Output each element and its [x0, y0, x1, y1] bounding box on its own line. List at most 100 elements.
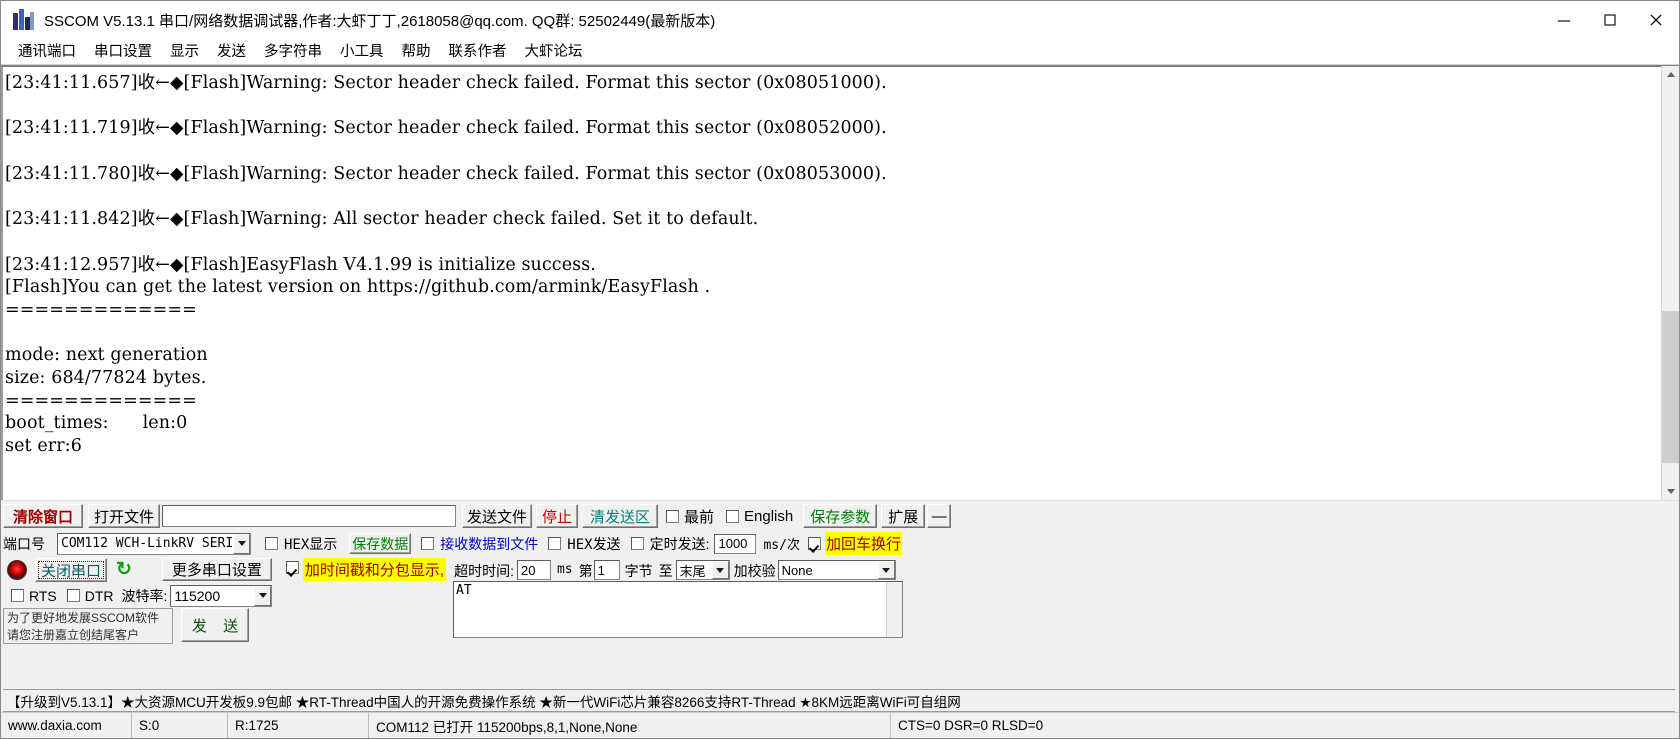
crlf-checkbox[interactable]: [807, 537, 821, 550]
status-website[interactable]: www.daxia.com: [1, 713, 132, 738]
timestamp-label: 加时间戳和分包显示,: [302, 558, 447, 581]
crlf-label: 加回车换行: [824, 532, 902, 555]
terminal-line: size: 684/77824 bytes.: [5, 367, 207, 388]
checksum-value: None: [781, 562, 813, 578]
menu-item-forum[interactable]: 大虾论坛: [516, 40, 592, 64]
receive-output[interactable]: [23:41:11.657]收←◆[Flash]Warning: Sector …: [1, 66, 1661, 500]
hex-send-label: HEX发送: [567, 536, 621, 553]
refresh-icon[interactable]: ↻: [116, 560, 132, 579]
minus-button[interactable]: —: [927, 504, 952, 528]
timeout-input[interactable]: 20: [516, 560, 551, 580]
send-textarea[interactable]: AT: [453, 581, 903, 638]
scroll-down-icon[interactable]: [1662, 483, 1679, 500]
end-position-value: 末尾: [679, 563, 706, 579]
timed-send-interval-input[interactable]: 1000: [714, 533, 757, 554]
baud-select[interactable]: 115200: [170, 584, 273, 607]
to-label: 至: [658, 563, 673, 579]
end-position-select[interactable]: 末尾: [675, 560, 730, 580]
status-flow-control: CTS=0 DSR=0 RLSD=0: [898, 718, 1044, 733]
toolbar-row: 清除窗口 打开文件 发送文件 停止 清发送区 最前 English 保存参数 扩…: [3, 504, 1675, 528]
dtr-checkbox[interactable]: [66, 589, 80, 602]
scrollbar-thumb[interactable]: [1662, 311, 1679, 463]
send-textarea-scrollbar[interactable]: [886, 582, 902, 637]
stop-button[interactable]: 停止: [536, 504, 578, 528]
promo-text: 【升级到V5.13.1】★大资源MCU开发板9.9包邮 ★RT-Thread中国…: [7, 694, 961, 710]
extend-button[interactable]: 扩展: [881, 504, 926, 528]
send-file-button[interactable]: 发送文件: [462, 504, 532, 528]
sscom-window: SSCOM V5.13.1 串口/网络数据调试器,作者:大虾丁丁,2618058…: [0, 0, 1680, 739]
send-button[interactable]: 发 送: [181, 608, 249, 642]
menu-item-send[interactable]: 发送: [208, 40, 255, 64]
checksum-select[interactable]: None: [777, 560, 896, 580]
byte-prefix-label: 第: [578, 563, 593, 579]
terminal-line: boot_times: len:0: [5, 413, 188, 434]
port-row: 端口号 COM112 WCH-LinkRV SERIAL HEX显示 保存数据 …: [3, 531, 1675, 556]
interval-unit-label: ms/次: [763, 538, 800, 553]
baud-label: 波特率:: [121, 587, 168, 604]
control-panel: 清除窗口 打开文件 发送文件 停止 清发送区 最前 English 保存参数 扩…: [1, 501, 1679, 738]
send-textarea-value: AT: [456, 583, 472, 598]
rts-checkbox[interactable]: [11, 589, 24, 602]
clear-window-button[interactable]: 清除窗口: [3, 504, 83, 528]
scroll-up-icon[interactable]: [1662, 66, 1679, 83]
timed-send-checkbox[interactable]: [630, 537, 644, 550]
status-received: R:1725: [228, 713, 369, 738]
timeout-label: 超时时间:: [454, 563, 514, 579]
timestamp-checkbox[interactable]: [285, 561, 299, 574]
terminal-line: set err:6: [5, 436, 82, 456]
english-label: English: [744, 507, 794, 525]
close-port-button[interactable]: 关闭串口: [35, 558, 107, 582]
register-notice-line2: 请您注册嘉立创结尾客户: [7, 628, 140, 642]
receive-to-file-label: 接收数据到文件: [440, 535, 539, 552]
terminal-line: [23:41:12.957]收←◆[Flash]EasyFlash V4.1.9…: [5, 254, 596, 275]
port-select[interactable]: COM112 WCH-LinkRV SERIAL: [57, 532, 251, 555]
terminal-area: [23:41:11.657]收←◆[Flash]Warning: Sector …: [1, 65, 1679, 501]
window-title: SSCOM V5.13.1 串口/网络数据调试器,作者:大虾丁丁,2618058…: [44, 12, 716, 30]
terminal-line: [Flash]You can get the latest version on…: [5, 277, 711, 298]
title-bar: SSCOM V5.13.1 串口/网络数据调试器,作者:大虾丁丁,2618058…: [1, 1, 1679, 40]
close-icon[interactable]: [1633, 1, 1679, 39]
clear-send-area-button[interactable]: 清发送区: [582, 504, 658, 528]
hex-send-checkbox[interactable]: [548, 537, 562, 550]
checksum-label: 加校验: [733, 563, 776, 579]
menu-item-serial-settings[interactable]: 串口设置: [85, 40, 161, 64]
promo-bar[interactable]: 【升级到V5.13.1】★大资源MCU开发板9.9包邮 ★RT-Thread中国…: [3, 689, 1675, 712]
save-params-button[interactable]: 保存参数: [803, 504, 878, 528]
menu-bar: 通讯端口 串口设置 显示 发送 多字符串 小工具 帮助 联系作者 大虾论坛: [1, 40, 1679, 65]
menu-item-contact-author[interactable]: 联系作者: [440, 40, 516, 64]
chevron-down-icon[interactable]: [233, 533, 250, 554]
baud-value: 115200: [174, 587, 221, 604]
terminal-scrollbar[interactable]: [1661, 66, 1679, 500]
chevron-down-icon[interactable]: [711, 561, 729, 579]
file-path-input[interactable]: [162, 505, 456, 527]
register-notice-line1: 为了更好地发展SSCOM软件: [7, 611, 160, 625]
receive-to-file-checkbox[interactable]: [421, 537, 435, 550]
maximize-icon[interactable]: [1587, 1, 1633, 39]
scrollbar-track[interactable]: [1662, 83, 1679, 483]
menu-item-tools[interactable]: 小工具: [331, 40, 393, 64]
open-file-button[interactable]: 打开文件: [88, 504, 160, 528]
menu-item-comm-port[interactable]: 通讯端口: [9, 40, 85, 64]
chevron-down-icon[interactable]: [877, 561, 895, 579]
terminal-line: =============: [5, 390, 197, 411]
hex-display-checkbox[interactable]: [265, 537, 278, 550]
timeout-unit-label: ms: [556, 562, 573, 577]
byte-index-input[interactable]: 1: [593, 560, 620, 580]
terminal-line: [23:41:11.657]收←◆[Flash]Warning: Sector …: [5, 73, 887, 93]
topmost-checkbox[interactable]: [666, 509, 679, 523]
port-label: 端口号: [3, 535, 45, 552]
menu-item-multi-string[interactable]: 多字符串: [255, 40, 331, 64]
english-checkbox[interactable]: [726, 509, 740, 523]
menu-item-display[interactable]: 显示: [161, 40, 208, 64]
menu-item-help[interactable]: 帮助: [393, 40, 440, 64]
save-data-button[interactable]: 保存数据: [349, 533, 412, 554]
chevron-down-icon[interactable]: [254, 585, 272, 606]
minimize-icon[interactable]: [1541, 1, 1587, 39]
more-serial-settings-button[interactable]: 更多串口设置: [161, 558, 272, 581]
topmost-label: 最前: [684, 508, 715, 526]
